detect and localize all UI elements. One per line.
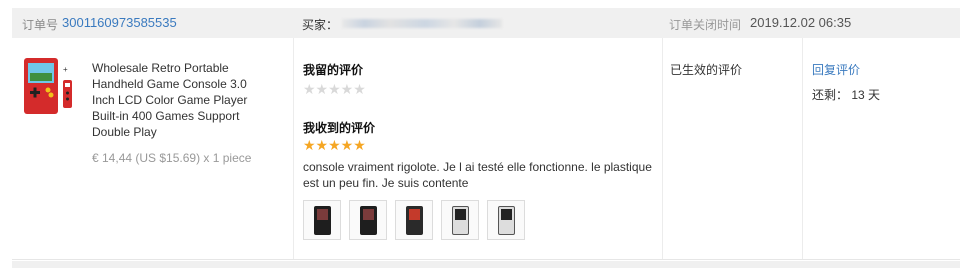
svg-text:+: +	[63, 65, 68, 74]
order-closed-time: 2019.12.02 06:35	[750, 15, 852, 30]
my-review-label: 我留的评价	[303, 63, 364, 77]
game-console-icon: +	[24, 58, 72, 114]
received-review-stars: ★★★★★	[303, 137, 366, 153]
buyer-label: 买家：	[302, 18, 339, 32]
received-review-text: console vraiment rigolote. Je l ai testé…	[303, 160, 652, 190]
review-photo-thumbnail[interactable]	[487, 200, 525, 240]
review-photo-thumbnail[interactable]	[395, 200, 433, 240]
order-closed-label: 订单关闭时间	[669, 18, 742, 32]
reply-review-link[interactable]: 回复评价	[812, 61, 860, 78]
review-photo-thumbnail[interactable]	[349, 200, 387, 240]
order-number-link[interactable]: 3001160973585535	[62, 15, 177, 30]
order-review-row: + Wholesale Retro Portable Handheld Game…	[12, 38, 960, 260]
product-title[interactable]: Wholesale Retro Portable Handheld Game C…	[92, 60, 270, 140]
review-photos	[303, 200, 525, 240]
column-divider	[293, 38, 294, 259]
order-header: 订单号 3001160973585535 买家： 订单关闭时间 2019.12.…	[12, 8, 960, 38]
column-divider	[802, 38, 803, 259]
order-number-label: 订单号	[22, 18, 59, 32]
column-divider	[662, 38, 663, 259]
buyer-name-redacted	[342, 19, 502, 28]
product-thumbnail[interactable]: +	[24, 58, 76, 116]
my-review-stars: ★★★★★	[303, 81, 366, 97]
review-photo-thumbnail[interactable]	[303, 200, 341, 240]
product-price: € 14,44 (US $15.69) x 1 piece	[92, 151, 252, 165]
remaining-days: 还剩： 13 天	[812, 88, 881, 102]
review-photo-thumbnail[interactable]	[441, 200, 479, 240]
review-status: 已生效的评价	[670, 63, 743, 77]
row-separator	[12, 261, 960, 268]
received-review-label: 我收到的评价	[303, 121, 376, 135]
